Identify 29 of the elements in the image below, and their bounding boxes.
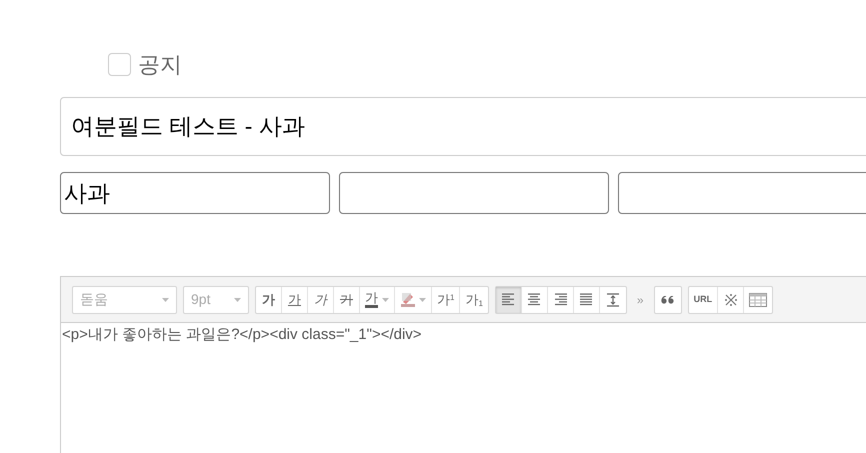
url-button[interactable]: URL bbox=[688, 286, 718, 312]
line-height-icon bbox=[606, 292, 620, 306]
caret-icon bbox=[234, 298, 241, 302]
table-icon bbox=[749, 292, 768, 306]
align-justify-icon bbox=[579, 293, 594, 306]
extra-field[interactable] bbox=[339, 172, 609, 214]
align-left-button[interactable] bbox=[496, 286, 522, 312]
notice-label: 공지 bbox=[138, 51, 182, 79]
editor-content[interactable]: <p>내가 좋아하는 과일은?</p><div class="_1"></div> bbox=[61, 323, 866, 346]
caret-icon bbox=[419, 298, 426, 302]
bold-button[interactable]: 가 bbox=[256, 286, 282, 312]
align-center-icon bbox=[527, 293, 542, 306]
strike-button[interactable]: 가 bbox=[334, 286, 360, 312]
reference-mark-icon bbox=[724, 292, 738, 306]
color-button[interactable]: 가 bbox=[360, 286, 395, 312]
align-left-icon bbox=[501, 293, 516, 306]
italic-button[interactable]: 가 bbox=[308, 286, 334, 312]
sup-button[interactable]: 가$^{1}$ bbox=[432, 286, 460, 312]
extra-field[interactable] bbox=[618, 172, 866, 214]
sub-button[interactable]: 가$_{1}$ bbox=[460, 286, 488, 312]
underline-button[interactable]: 가 bbox=[282, 286, 308, 312]
notice-checkbox[interactable] bbox=[108, 53, 131, 76]
highlighter-icon bbox=[400, 292, 416, 307]
align-right-icon bbox=[553, 293, 568, 306]
caret-icon bbox=[162, 298, 169, 302]
title-field[interactable]: 여분필드 테스트 - 사과 bbox=[60, 97, 866, 156]
quote-icon bbox=[661, 296, 674, 304]
extra-field[interactable]: 사과 bbox=[60, 172, 330, 214]
caret-icon bbox=[382, 298, 389, 302]
